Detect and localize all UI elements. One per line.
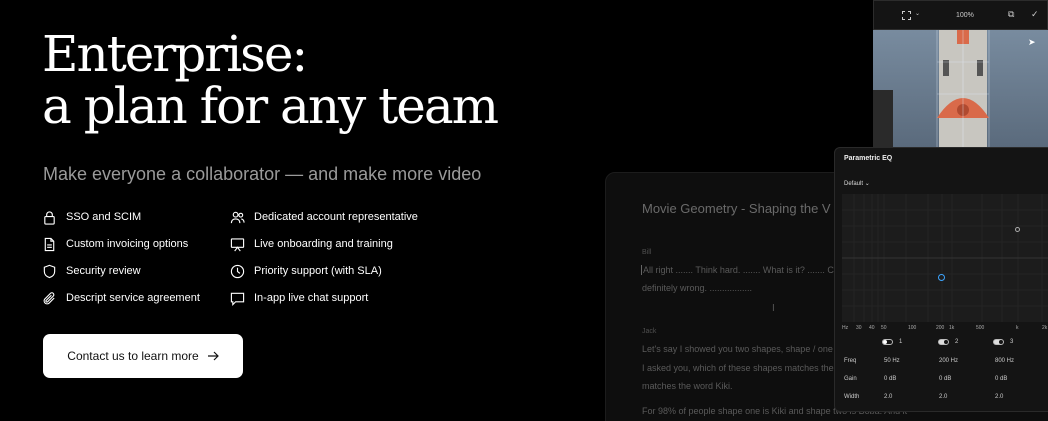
eq-preset-select[interactable]: Default ⌄	[844, 180, 870, 187]
gain-value[interactable]: 0 dB	[884, 376, 896, 382]
lock-icon	[44, 210, 55, 225]
feature-label: In-app live chat support	[254, 292, 369, 304]
hero-title-line2: a plan for any team	[42, 77, 499, 135]
eq-tick: 200	[936, 325, 945, 331]
hero-subtitle: Make everyone a collaborator — and make …	[43, 164, 482, 184]
shield-icon	[43, 264, 56, 278]
chevron-down-icon[interactable]: ⌄	[915, 10, 920, 17]
gain-value[interactable]: 0 dB	[939, 376, 951, 382]
presentation-icon	[230, 237, 245, 251]
chat-icon	[230, 292, 245, 306]
eq-tick: 100	[908, 325, 917, 331]
feature-label: Security review	[66, 265, 141, 277]
clock-icon	[230, 264, 245, 278]
gain-label: Gain	[844, 376, 857, 382]
eq-band-2[interactable]: 2	[938, 339, 958, 345]
eq-graph[interactable]	[842, 194, 1048, 322]
band-2-toggle[interactable]	[938, 339, 949, 345]
crop-icon[interactable]	[902, 11, 911, 20]
width-value[interactable]: 2.0	[939, 394, 947, 400]
fit-icon[interactable]: ⧉	[1008, 9, 1014, 20]
feature-label: Priority support (with SLA)	[254, 265, 382, 277]
eq-tick: 30	[856, 325, 862, 331]
eq-tick: 2k	[1042, 325, 1048, 331]
arrow-right-icon	[207, 351, 219, 361]
band-label: 1	[899, 339, 903, 345]
feature-label: Dedicated account representative	[254, 211, 418, 223]
freq-label: Freq	[844, 358, 857, 364]
eq-node-1[interactable]	[938, 274, 945, 281]
image-preview-panel: ⌄ 100% ⧉ ✓ ➤	[873, 0, 1048, 148]
feature-item: Dedicated account representative	[230, 208, 450, 226]
transcript-line[interactable]: Let's say I showed you two shapes, shape…	[642, 344, 833, 354]
feature-label: Custom invoicing options	[66, 238, 189, 250]
hero-title: Enterprise: a plan for any team	[42, 25, 499, 135]
feature-label: Live onboarding and training	[254, 238, 393, 250]
speaker-label: Jack	[642, 328, 657, 335]
eq-band-3[interactable]: 3	[993, 339, 1013, 345]
users-icon	[230, 211, 245, 223]
band-label: 3	[1010, 339, 1014, 345]
band-3-toggle[interactable]	[993, 339, 1004, 345]
feature-item: Descript service agreement	[42, 289, 230, 307]
parametric-eq-panel: Parametric EQ Default ⌄ Hz 30 40 50 100 …	[834, 147, 1048, 412]
transcript-line[interactable]: matches the word Kiki.	[642, 381, 733, 391]
width-label: Width	[844, 394, 860, 400]
contact-us-label: Contact us to learn more	[67, 349, 199, 363]
eq-grid	[842, 194, 1048, 322]
band-label: 2	[955, 339, 959, 345]
eq-node-2[interactable]	[1015, 227, 1020, 232]
width-value[interactable]: 2.0	[995, 394, 1003, 400]
freq-value[interactable]: 50 Hz	[884, 358, 900, 364]
feature-label: Descript service agreement	[66, 292, 200, 304]
chevron-down-icon: ⌄	[864, 181, 870, 187]
feature-item: Custom invoicing options	[42, 235, 230, 253]
feature-item: In-app live chat support	[230, 289, 450, 307]
transcript-line[interactable]: I asked you, which of these shapes match…	[642, 363, 834, 373]
band-1-toggle[interactable]	[882, 339, 893, 345]
freq-value[interactable]: 200 Hz	[939, 358, 958, 364]
mouse-pointer-icon: ➤	[1028, 37, 1036, 47]
feature-item: SSO and SCIM	[42, 208, 230, 226]
gain-value[interactable]: 0 dB	[995, 376, 1007, 382]
freq-value[interactable]: 800 Hz	[995, 358, 1014, 364]
eq-preset-label: Default	[844, 181, 864, 187]
feature-label: SSO and SCIM	[66, 211, 142, 223]
eq-title: Parametric EQ	[844, 155, 893, 162]
paperclip-icon	[43, 291, 55, 304]
check-icon[interactable]: ✓	[1031, 9, 1039, 20]
transcript-line[interactable]: definitely wrong. .................	[642, 283, 752, 293]
transcript-line[interactable]: All right ....... Think hard. ....... Wh…	[641, 265, 834, 275]
contact-us-button[interactable]: Contact us to learn more	[43, 334, 243, 378]
zoom-level[interactable]: 100%	[956, 12, 974, 19]
eq-tick: k	[1016, 325, 1019, 331]
feature-item: Security review	[42, 262, 230, 280]
eq-band-1[interactable]: 1	[882, 339, 902, 345]
text-cursor-icon: I	[772, 303, 775, 314]
feature-list: SSO and SCIM Dedicated account represent…	[42, 208, 450, 307]
width-value[interactable]: 2.0	[884, 394, 892, 400]
feature-item: Live onboarding and training	[230, 235, 450, 253]
image-toolbar: ⌄ 100% ⧉ ✓	[873, 0, 1048, 30]
document-title: Movie Geometry - Shaping the V	[642, 201, 831, 216]
eq-tick: Hz	[842, 325, 849, 331]
eq-tick: 50	[881, 325, 887, 331]
speaker-label: Bill	[642, 249, 652, 256]
feature-item: Priority support (with SLA)	[230, 262, 450, 280]
document-icon	[44, 237, 55, 251]
eq-tick: 500	[976, 325, 985, 331]
eq-tick: 40	[869, 325, 875, 331]
eq-tick: 1k	[949, 325, 955, 331]
hero-title-line1: Enterprise:	[42, 25, 308, 83]
